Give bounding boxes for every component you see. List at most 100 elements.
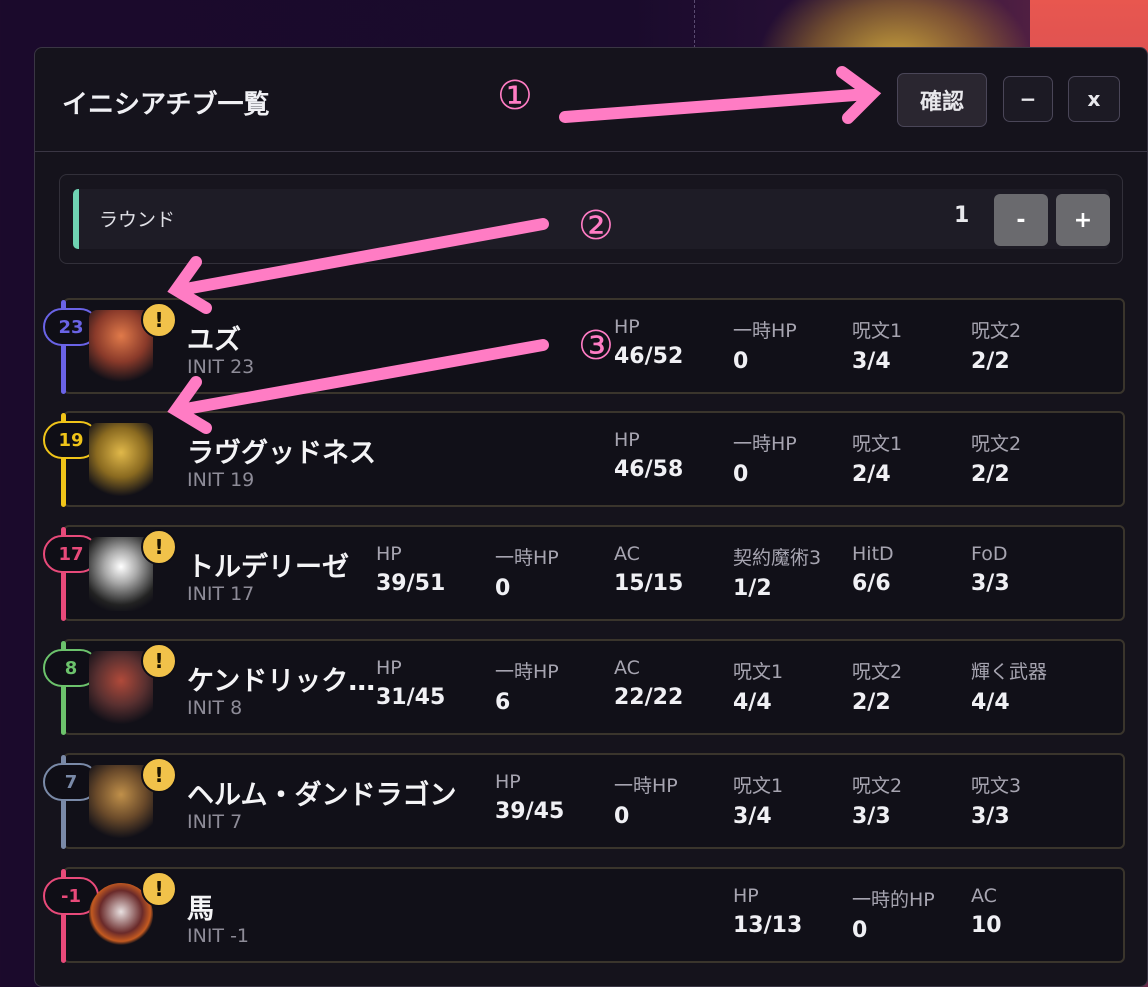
panel-title: イニシアチブ一覧 xyxy=(62,90,270,120)
stat-value: 4/4 xyxy=(733,690,772,715)
combatant-init: INIT -1 xyxy=(187,925,250,947)
stat-label: HP xyxy=(733,885,759,907)
stat-block[interactable]: 呪文1 2/4 xyxy=(852,429,972,487)
round-label: ラウンド xyxy=(99,209,176,231)
stat-label: 一時HP xyxy=(495,661,559,683)
stat-label: HP xyxy=(614,316,640,338)
annotation-label-3: ③ xyxy=(578,323,614,369)
stat-label: HP xyxy=(376,657,402,679)
combatant-init: INIT 19 xyxy=(187,469,255,491)
round-increment-button[interactable]: + xyxy=(1056,194,1110,246)
stat-block[interactable]: HitD 6/6 xyxy=(852,543,972,596)
stat-block[interactable]: 一時HP 0 xyxy=(733,429,853,487)
stat-block[interactable]: 一時HP 6 xyxy=(495,657,615,715)
annotation-label-1: ① xyxy=(497,73,533,119)
stat-value: 39/45 xyxy=(495,799,565,824)
stat-label: HP xyxy=(495,771,521,793)
combatant-init: INIT 23 xyxy=(187,356,255,378)
stat-value: 15/15 xyxy=(614,571,684,596)
warning-icon[interactable]: ! xyxy=(141,302,177,338)
stat-block[interactable]: HP 39/51 xyxy=(376,543,496,596)
stat-value: 2/4 xyxy=(852,462,891,487)
combatant-name: ヘルム・ダンドラゴン xyxy=(187,780,457,811)
stat-value: 0 xyxy=(852,918,868,943)
stat-value: 31/45 xyxy=(376,685,446,710)
stat-label: HitD xyxy=(852,543,894,565)
stat-block[interactable]: HP 46/52 xyxy=(614,316,734,369)
stat-label: FoD xyxy=(971,543,1008,565)
warning-icon[interactable]: ! xyxy=(141,871,177,907)
stat-block[interactable]: 一時的HP 0 xyxy=(852,885,972,943)
stat-label: HP xyxy=(614,429,640,451)
stat-block[interactable]: 一時HP 0 xyxy=(614,771,734,829)
stat-value: 22/22 xyxy=(614,685,684,710)
combatant-row[interactable]: 19 ラヴグッドネス INIT 19 HP 46/58 一時HP 0 呪文1 2/4… xyxy=(43,411,1125,507)
stat-block[interactable]: HP 39/45 xyxy=(495,771,615,824)
stat-label: 呪文2 xyxy=(852,661,903,683)
stat-block[interactable]: 契約魔術3 1/2 xyxy=(733,543,853,601)
combatant-name: ユズ xyxy=(187,325,241,356)
stat-block[interactable]: 呪文3 3/3 xyxy=(971,771,1091,829)
stat-block[interactable]: 呪文2 3/3 xyxy=(852,771,972,829)
stat-label: 呪文1 xyxy=(733,775,784,797)
stat-block[interactable]: 輝く武器 4/4 xyxy=(971,657,1091,715)
background-divider xyxy=(694,0,695,48)
combatant-name: ケンドリック… xyxy=(187,666,376,697)
stat-value: 6/6 xyxy=(852,571,891,596)
initiative-panel: イニシアチブ一覧 確認 − x ラウンド 1 - + 23! ユズ INIT 23 … xyxy=(34,47,1148,987)
combatant-row[interactable]: 8! ケンドリック… INIT 8 HP 31/45 一時HP 6 AC 22/22… xyxy=(43,639,1125,735)
stat-label: AC xyxy=(971,885,997,907)
combatant-name: 馬 xyxy=(187,894,214,925)
combatant-row[interactable]: 7! ヘルム・ダンドラゴン INIT 7 HP 39/45 一時HP 0 呪文1 3… xyxy=(43,753,1125,849)
stat-block[interactable]: 呪文2 2/2 xyxy=(971,316,1091,374)
stat-label: 呪文2 xyxy=(971,320,1022,342)
stat-label: 一時HP xyxy=(614,775,678,797)
panel-header: イニシアチブ一覧 確認 − x xyxy=(35,48,1147,152)
stat-label: 輝く武器 xyxy=(971,661,1048,683)
warning-icon[interactable]: ! xyxy=(141,757,177,793)
stat-value: 46/58 xyxy=(614,457,684,482)
stat-block[interactable]: 呪文1 4/4 xyxy=(733,657,853,715)
stat-block[interactable]: AC 15/15 xyxy=(614,543,734,596)
stat-label: 呪文3 xyxy=(971,775,1022,797)
stat-block[interactable]: 呪文2 2/2 xyxy=(852,657,972,715)
warning-icon[interactable]: ! xyxy=(141,643,177,679)
combatant-name: ラヴグッドネス xyxy=(187,438,376,469)
confirm-button[interactable]: 確認 xyxy=(897,73,987,127)
stat-label: AC xyxy=(614,543,640,565)
round-value: 1 xyxy=(954,203,970,228)
combatant-name: トルデリーゼ xyxy=(187,552,349,583)
stat-block[interactable]: FoD 3/3 xyxy=(971,543,1091,596)
combatant-row[interactable]: -1! 馬 INIT -1 HP 13/13 一時的HP 0 AC 10 xyxy=(43,867,1125,963)
stat-block[interactable]: AC 22/22 xyxy=(614,657,734,710)
stat-block[interactable]: 一時HP 0 xyxy=(495,543,615,601)
stat-block[interactable]: 呪文1 3/4 xyxy=(852,316,972,374)
annotation-label-2: ② xyxy=(578,203,614,249)
stat-value: 4/4 xyxy=(971,690,1010,715)
minimize-button[interactable]: − xyxy=(1003,76,1053,122)
stat-value: 2/2 xyxy=(852,690,891,715)
warning-icon[interactable]: ! xyxy=(141,529,177,565)
stat-value: 39/51 xyxy=(376,571,446,596)
combatant-row[interactable]: 17! トルデリーゼ INIT 17 HP 39/51 一時HP 0 AC 15/1… xyxy=(43,525,1125,621)
combatant-init: INIT 17 xyxy=(187,583,255,605)
stat-value: 3/3 xyxy=(971,571,1010,596)
stat-block[interactable]: 呪文2 2/2 xyxy=(971,429,1091,487)
stat-value: 0 xyxy=(733,462,749,487)
stat-block[interactable]: AC 10 xyxy=(971,885,1091,938)
round-decrement-button[interactable]: - xyxy=(994,194,1048,246)
stat-value: 1/2 xyxy=(733,576,772,601)
stat-block[interactable]: HP 13/13 xyxy=(733,885,853,938)
character-portrait xyxy=(89,423,153,497)
stat-block[interactable]: 一時HP 0 xyxy=(733,316,853,374)
stat-label: 一時HP xyxy=(733,433,797,455)
stat-block[interactable]: HP 31/45 xyxy=(376,657,496,710)
stat-value: 3/3 xyxy=(971,804,1010,829)
stat-block[interactable]: HP 46/58 xyxy=(614,429,734,482)
close-button[interactable]: x xyxy=(1068,76,1120,122)
stat-label: 呪文1 xyxy=(852,320,903,342)
stat-value: 13/13 xyxy=(733,913,803,938)
stat-label: 一時HP xyxy=(495,547,559,569)
stat-value: 0 xyxy=(614,804,630,829)
stat-block[interactable]: 呪文1 3/4 xyxy=(733,771,853,829)
